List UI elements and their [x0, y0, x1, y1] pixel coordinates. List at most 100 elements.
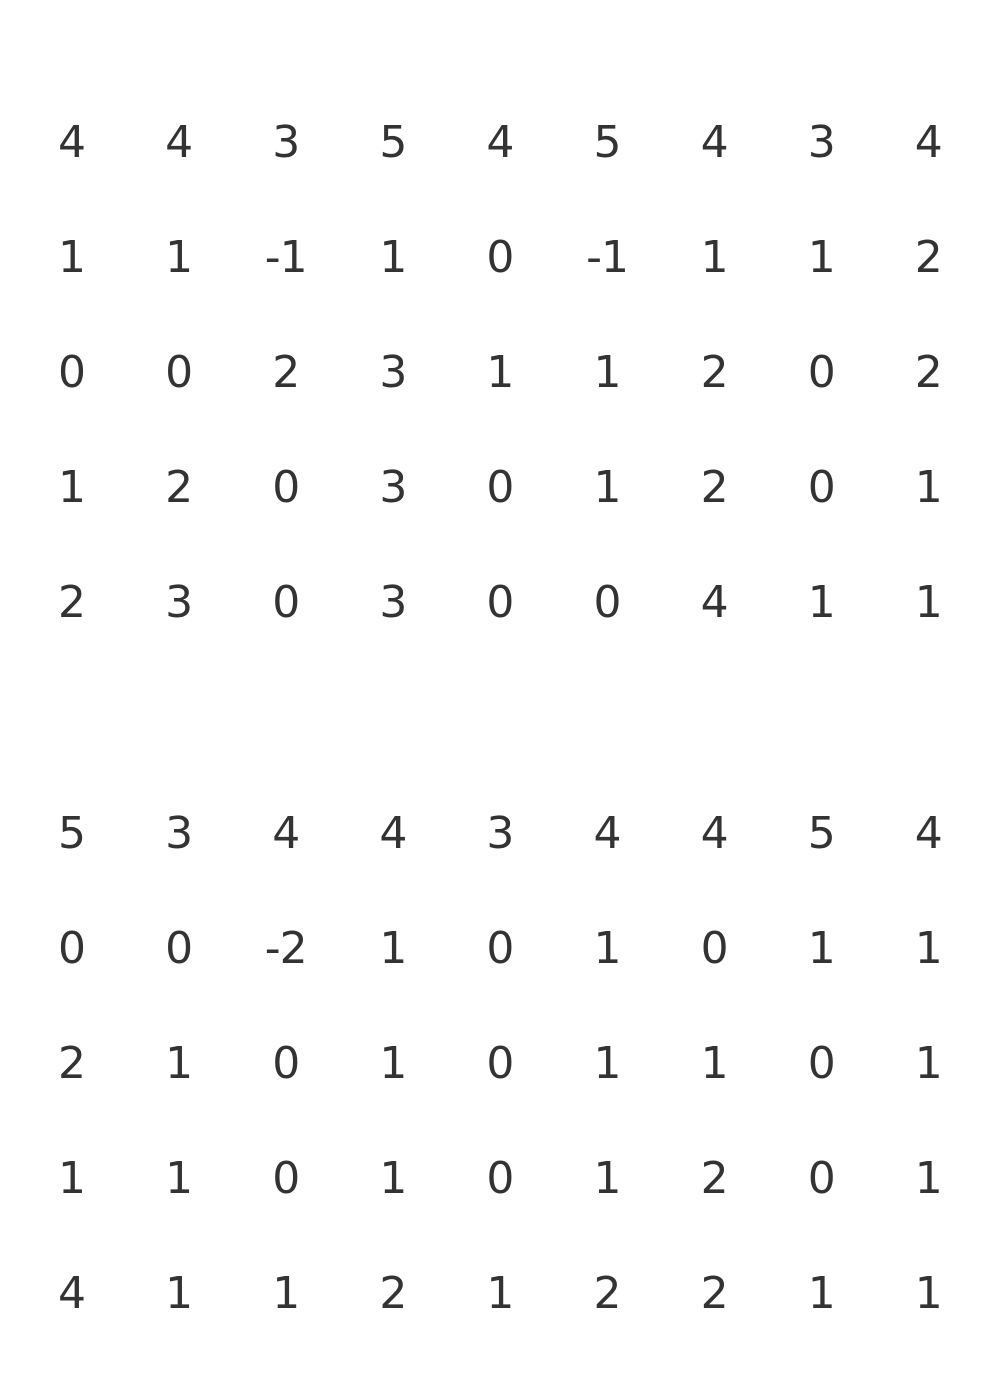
- table-cell: 5: [58, 808, 86, 859]
- table-cell: 4: [914, 808, 943, 859]
- table-cell: 1: [379, 1038, 407, 1089]
- table-cell: 0: [700, 923, 729, 974]
- table-cell: 3: [486, 808, 514, 859]
- table-cell: 4: [58, 1268, 86, 1319]
- table-cell: 1: [914, 923, 943, 974]
- table-cell: 1: [807, 232, 836, 283]
- table-cell: -2: [264, 923, 308, 974]
- table-cell: 0: [272, 577, 300, 628]
- table-cell: 2: [700, 1153, 729, 1204]
- table-cell: 1: [272, 1268, 300, 1319]
- table-cell: 1: [165, 232, 193, 283]
- table-cell: 0: [165, 923, 193, 974]
- table-cell: 0: [486, 1038, 514, 1089]
- table-row: 2 3 0 3 0 0 4 1 1: [18, 545, 982, 660]
- table-cell: 3: [379, 577, 407, 628]
- table-cell: 0: [272, 462, 300, 513]
- table-cell: -1: [264, 232, 308, 283]
- table-cell: 4: [486, 117, 514, 168]
- table-cell: 1: [486, 347, 514, 398]
- table-cell: 5: [807, 808, 836, 859]
- table-cell: 0: [486, 577, 514, 628]
- table-row: 1 1 -1 1 0 -1 1 1 2: [18, 200, 982, 315]
- table-cell: 0: [807, 1038, 836, 1089]
- table-cell: 0: [486, 462, 514, 513]
- table-cell: 1: [914, 462, 943, 513]
- table-cell: 1: [914, 1038, 943, 1089]
- table-cell: 0: [272, 1153, 300, 1204]
- table-cell: 0: [807, 462, 836, 513]
- table-cell: 1: [58, 1153, 86, 1204]
- table-cell: 1: [593, 1153, 622, 1204]
- table-cell: 1: [807, 577, 836, 628]
- table-cell: 4: [379, 808, 407, 859]
- table-cell: 1: [379, 232, 407, 283]
- table-cell: 2: [58, 577, 86, 628]
- table-cell: 1: [914, 577, 943, 628]
- table-cell: 0: [486, 923, 514, 974]
- table-cell: 2: [700, 1268, 729, 1319]
- table-cell: 4: [593, 808, 622, 859]
- table-cell: 1: [593, 347, 622, 398]
- table-cell: 3: [379, 462, 407, 513]
- table-cell: 4: [700, 808, 729, 859]
- table-cell: 2: [379, 1268, 407, 1319]
- table-row: 4 4 3 5 4 5 4 3 4: [18, 85, 982, 200]
- table-row: 2 1 0 1 0 1 1 0 1: [18, 1006, 982, 1121]
- table-cell: 1: [58, 462, 86, 513]
- table-cell: 2: [593, 1268, 622, 1319]
- table-cell: 0: [807, 1153, 836, 1204]
- table-cell: 2: [165, 462, 193, 513]
- table-cell: 1: [165, 1038, 193, 1089]
- table-cell: 2: [700, 462, 729, 513]
- table-row: 0 0 2 3 1 1 2 0 2: [18, 315, 982, 430]
- table-row: 5 3 4 4 3 4 4 5 4: [18, 776, 982, 891]
- table-cell: 3: [379, 347, 407, 398]
- table-row: 1 1 0 1 0 1 2 0 1: [18, 1121, 982, 1236]
- table-cell: 3: [165, 808, 193, 859]
- table-cell: 0: [58, 923, 86, 974]
- table-row: 0 0 -2 1 0 1 0 1 1: [18, 891, 982, 1006]
- table-cell: 1: [58, 232, 86, 283]
- table-cell: 1: [914, 1153, 943, 1204]
- table-cell: 4: [272, 808, 300, 859]
- table-cell: 0: [486, 1153, 514, 1204]
- table-row: 4 1 1 2 1 2 2 1 1: [18, 1236, 982, 1351]
- table-cell: 1: [165, 1153, 193, 1204]
- table-cell: 0: [58, 347, 86, 398]
- table-cell: 2: [700, 347, 729, 398]
- table-cell: 1: [700, 232, 729, 283]
- table-cell: 3: [272, 117, 300, 168]
- table-row: 1 2 0 3 0 1 2 0 1: [18, 430, 982, 545]
- table-cell: 1: [165, 1268, 193, 1319]
- table-cell: 4: [58, 117, 86, 168]
- table-cell: 1: [807, 923, 836, 974]
- table-cell: 4: [700, 117, 729, 168]
- table-cell: 1: [807, 1268, 836, 1319]
- table-cell: 1: [379, 1153, 407, 1204]
- table-cell: 5: [379, 117, 407, 168]
- table-cell: 2: [914, 232, 943, 283]
- table-cell: 2: [914, 347, 943, 398]
- table-cell: 0: [165, 347, 193, 398]
- table-cell: 0: [593, 577, 622, 628]
- table-cell: 1: [486, 1268, 514, 1319]
- table-cell: 3: [165, 577, 193, 628]
- table-cell: 2: [58, 1038, 86, 1089]
- table-cell: 0: [807, 347, 836, 398]
- table-cell: 1: [700, 1038, 729, 1089]
- table-cell: 1: [593, 462, 622, 513]
- table-cell: -1: [586, 232, 629, 283]
- table-cell: 1: [379, 923, 407, 974]
- number-grid-bottom: 5 3 4 4 3 4 4 5 4 0 0 -2 1 0 1 0 1 1 2 1 0 1 0 1 1 0 1 1 1 0 1 0 1 2 0 1 4 1 1…: [18, 776, 982, 1351]
- number-grid-top: 4 4 3 5 4 5 4 3 4 1 1 -1 1 0 -1 1 1 2 0 0 2 3 1 1 2 0 2 1 2 0 3 0 1 2 0 1 2 3…: [18, 85, 982, 660]
- table-cell: 2: [272, 347, 300, 398]
- table-cell: 4: [700, 577, 729, 628]
- table-cell: 3: [807, 117, 836, 168]
- table-cell: 4: [165, 117, 193, 168]
- table-cell: 0: [486, 232, 514, 283]
- table-cell: 1: [593, 1038, 622, 1089]
- table-cell: 5: [593, 117, 622, 168]
- table-cell: 0: [272, 1038, 300, 1089]
- table-cell: 1: [914, 1268, 943, 1319]
